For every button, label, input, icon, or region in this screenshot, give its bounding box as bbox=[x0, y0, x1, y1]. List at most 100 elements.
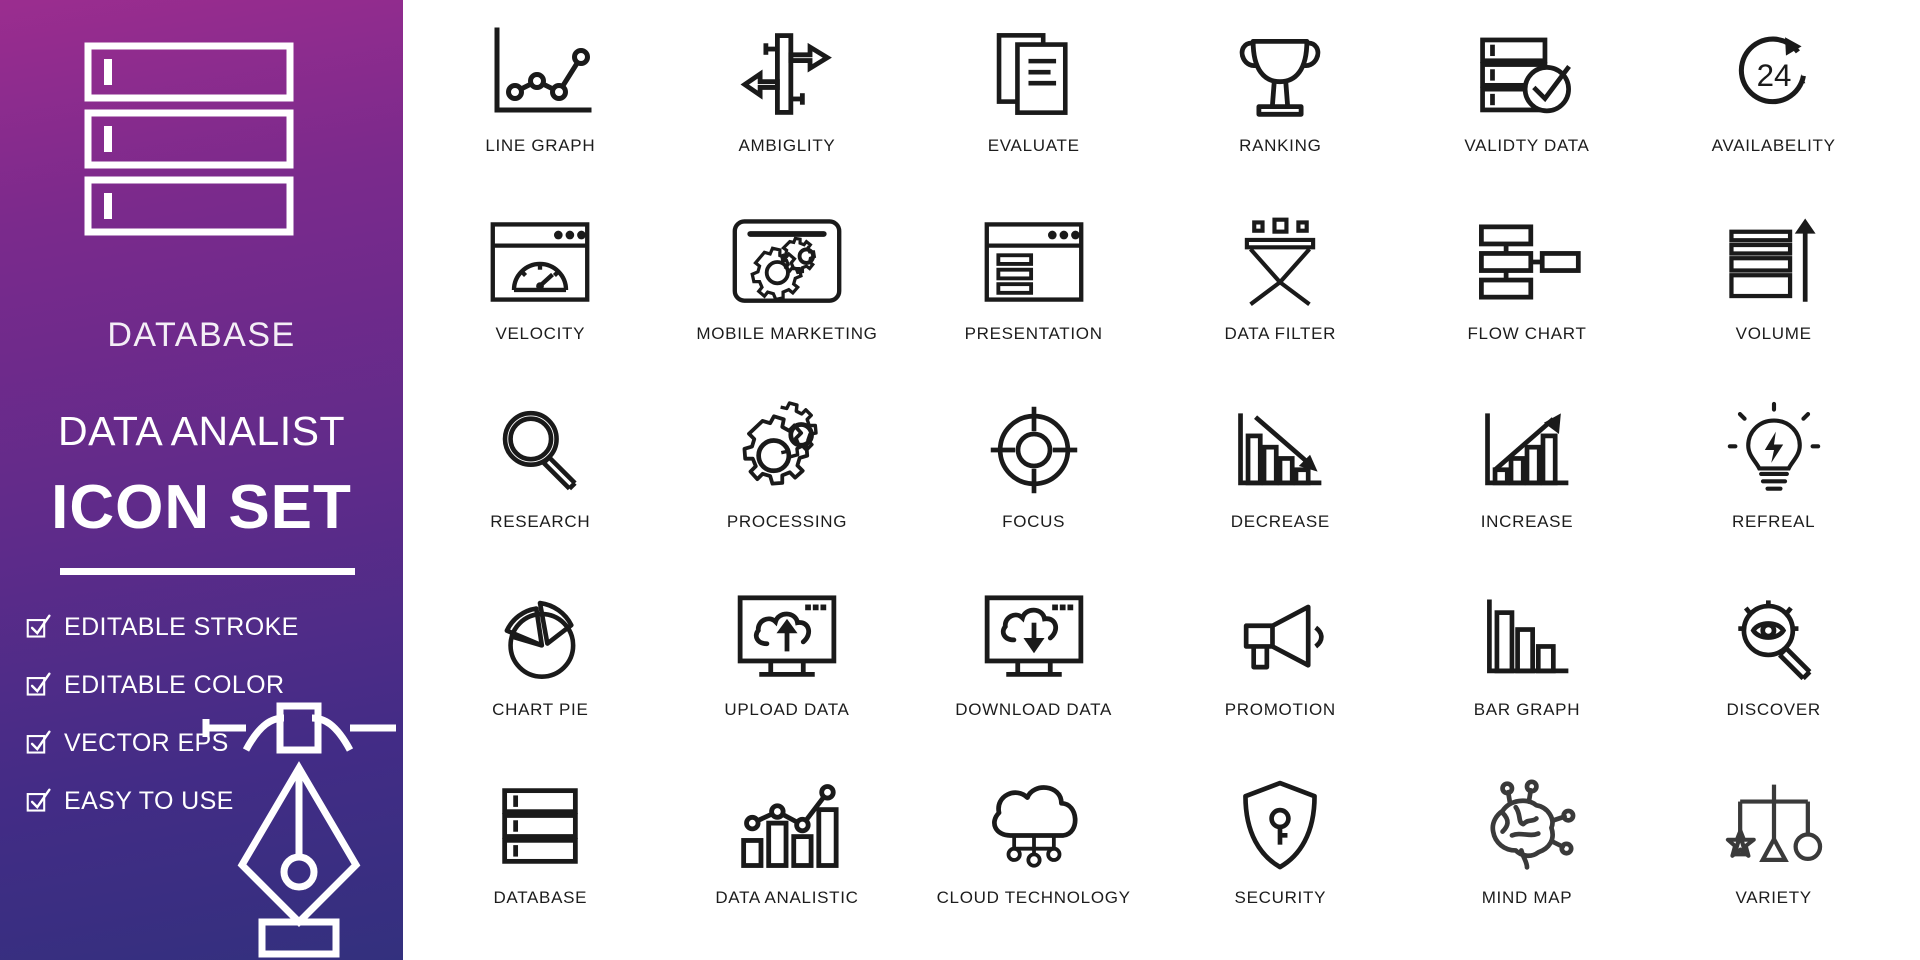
bar-graph-icon bbox=[1468, 586, 1586, 690]
icon-cell-decrease[interactable]: DECREASE bbox=[1157, 384, 1404, 572]
evaluate-documents-icon bbox=[975, 22, 1093, 126]
icon-label: VELOCITY bbox=[495, 324, 586, 343]
icon-label: RESEARCH bbox=[490, 512, 591, 531]
icon-set-poster: DATABASE DATA ANALIST ICON SET EDITABLE … bbox=[0, 0, 1920, 960]
icon-cell-discover[interactable]: DISCOVER bbox=[1650, 572, 1897, 760]
icon-cell-focus[interactable]: FOCUS bbox=[910, 384, 1157, 572]
data-filter-funnel-icon bbox=[1221, 210, 1339, 314]
icon-cell-mobile-marketing[interactable]: MOBILE MARKETING bbox=[664, 196, 911, 384]
icon-label: MIND MAP bbox=[1481, 888, 1573, 907]
icon-label: UPLOAD DATA bbox=[724, 700, 850, 719]
icon-cell-database[interactable]: DATABASE bbox=[417, 760, 664, 948]
sidebar-panel: DATABASE DATA ANALIST ICON SET EDITABLE … bbox=[0, 0, 403, 960]
icon-cell-increase[interactable]: INCREASE bbox=[1404, 384, 1651, 572]
icon-cell-bar-graph[interactable]: BAR GRAPH bbox=[1404, 572, 1651, 760]
icon-grid: LINE GRAPH AMBIGLITY EVALUATE RANKING VA… bbox=[417, 8, 1897, 948]
icon-label: DECREASE bbox=[1230, 512, 1330, 531]
validity-data-check-icon bbox=[1468, 22, 1586, 126]
icon-cell-upload-data[interactable]: UPLOAD DATA bbox=[664, 572, 911, 760]
download-data-cloud-icon bbox=[975, 586, 1093, 690]
icon-cell-promotion[interactable]: PROMOTION bbox=[1157, 572, 1404, 760]
icon-label: PROCESSING bbox=[726, 512, 848, 531]
variety-shapes-icon bbox=[1715, 774, 1833, 878]
icon-grid-panel: LINE GRAPH AMBIGLITY EVALUATE RANKING VA… bbox=[403, 0, 1920, 960]
icon-label: CLOUD TECHNOLOGY bbox=[936, 888, 1131, 907]
data-analistic-icon bbox=[728, 774, 846, 878]
checkbox-checked-icon bbox=[26, 614, 52, 640]
icon-cell-evaluate[interactable]: EVALUATE bbox=[910, 8, 1157, 196]
icon-cell-presentation[interactable]: PRESENTATION bbox=[910, 196, 1157, 384]
sidebar-subtitle: DATA ANALIST bbox=[57, 408, 345, 454]
pen-nib-bezier-icon bbox=[200, 700, 400, 960]
icon-label: CHART PIE bbox=[492, 700, 589, 719]
feature-label: EDITABLE STROKE bbox=[64, 612, 299, 641]
icon-label: DATA FILTER bbox=[1224, 324, 1337, 343]
icon-cell-security[interactable]: SECURITY bbox=[1157, 760, 1404, 948]
upload-data-cloud-icon bbox=[728, 586, 846, 690]
icon-label: EVALUATE bbox=[987, 136, 1080, 155]
cloud-technology-icon bbox=[975, 774, 1093, 878]
icon-cell-download-data[interactable]: DOWNLOAD DATA bbox=[910, 572, 1157, 760]
icon-label: DISCOVER bbox=[1726, 700, 1821, 719]
icon-cell-refreal[interactable]: REFREAL bbox=[1650, 384, 1897, 572]
decrease-chart-icon bbox=[1221, 398, 1339, 502]
icon-label: AVAILABELITY bbox=[1711, 136, 1836, 155]
security-shield-key-icon bbox=[1221, 774, 1339, 878]
icon-cell-validty-data[interactable]: VALIDTY DATA bbox=[1404, 8, 1651, 196]
sidebar-headline: ICON SET bbox=[51, 473, 352, 542]
icon-cell-cloud-technology[interactable]: CLOUD TECHNOLOGY bbox=[910, 760, 1157, 948]
increase-chart-icon bbox=[1468, 398, 1586, 502]
icon-label: PROMOTION bbox=[1224, 700, 1336, 719]
icon-cell-data-filter[interactable]: DATA FILTER bbox=[1157, 196, 1404, 384]
checkbox-checked-icon bbox=[26, 672, 52, 698]
icon-label: SECURITY bbox=[1234, 888, 1327, 907]
icon-label: LINE GRAPH bbox=[485, 136, 596, 155]
processing-gears-icon bbox=[728, 398, 846, 502]
velocity-speedometer-browser-icon bbox=[481, 210, 599, 314]
icon-label: RANKING bbox=[1239, 136, 1322, 155]
chart-pie-icon bbox=[481, 586, 599, 690]
volume-layers-arrow-icon bbox=[1715, 210, 1833, 314]
icon-label: PRESENTATION bbox=[964, 324, 1103, 343]
icon-cell-ranking[interactable]: RANKING bbox=[1157, 8, 1404, 196]
flow-chart-icon bbox=[1468, 210, 1586, 314]
icon-label: AMBIGLITY bbox=[738, 136, 836, 155]
icon-cell-processing[interactable]: PROCESSING bbox=[664, 384, 911, 572]
icon-cell-variety[interactable]: VARIETY bbox=[1650, 760, 1897, 948]
sidebar-divider bbox=[60, 568, 355, 575]
icon-cell-chart-pie[interactable]: CHART PIE bbox=[417, 572, 664, 760]
icon-cell-flow-chart[interactable]: FLOW CHART bbox=[1404, 196, 1651, 384]
availability-24h-icon: 24 bbox=[1715, 22, 1833, 126]
icon-label: VALIDTY DATA bbox=[1464, 136, 1590, 155]
ambiguity-arrows-icon bbox=[728, 22, 846, 126]
database-stack-icon bbox=[481, 774, 599, 878]
icon-label: BAR GRAPH bbox=[1473, 700, 1581, 719]
icon-cell-ambiglity[interactable]: AMBIGLITY bbox=[664, 8, 911, 196]
icon-label: INCREASE bbox=[1480, 512, 1574, 531]
mobile-marketing-gears-icon bbox=[728, 210, 846, 314]
ranking-trophy-icon bbox=[1221, 22, 1339, 126]
database-stack-icon bbox=[84, 42, 294, 237]
icon-cell-volume[interactable]: VOLUME bbox=[1650, 196, 1897, 384]
icon-label: FOCUS bbox=[1002, 512, 1066, 531]
discover-magnifier-eye-icon bbox=[1715, 586, 1833, 690]
promotion-megaphone-icon bbox=[1221, 586, 1339, 690]
icon-cell-availabelity[interactable]: 24 AVAILABELITY bbox=[1650, 8, 1897, 196]
icon-cell-research[interactable]: RESEARCH bbox=[417, 384, 664, 572]
feature-label: EDITABLE COLOR bbox=[64, 670, 285, 699]
mind-map-brain-icon bbox=[1468, 774, 1586, 878]
icon-label: DATABASE bbox=[493, 888, 588, 907]
icon-label: FLOW CHART bbox=[1467, 324, 1587, 343]
icon-cell-data-analistic[interactable]: DATA ANALISTIC bbox=[664, 760, 911, 948]
icon-label: VARIETY bbox=[1735, 888, 1812, 907]
icon-label: DOWNLOAD DATA bbox=[955, 700, 1113, 719]
icon-cell-line-graph[interactable]: LINE GRAPH bbox=[417, 8, 664, 196]
sidebar-title: DATABASE bbox=[107, 316, 296, 354]
presentation-browser-icon bbox=[975, 210, 1093, 314]
icon-cell-velocity[interactable]: VELOCITY bbox=[417, 196, 664, 384]
feature-item: EDITABLE STROKE bbox=[26, 598, 356, 656]
checkbox-checked-icon bbox=[26, 788, 52, 814]
icon-label: REFREAL bbox=[1732, 512, 1816, 531]
icon-cell-mind-map[interactable]: MIND MAP bbox=[1404, 760, 1651, 948]
focus-target-icon bbox=[975, 398, 1093, 502]
